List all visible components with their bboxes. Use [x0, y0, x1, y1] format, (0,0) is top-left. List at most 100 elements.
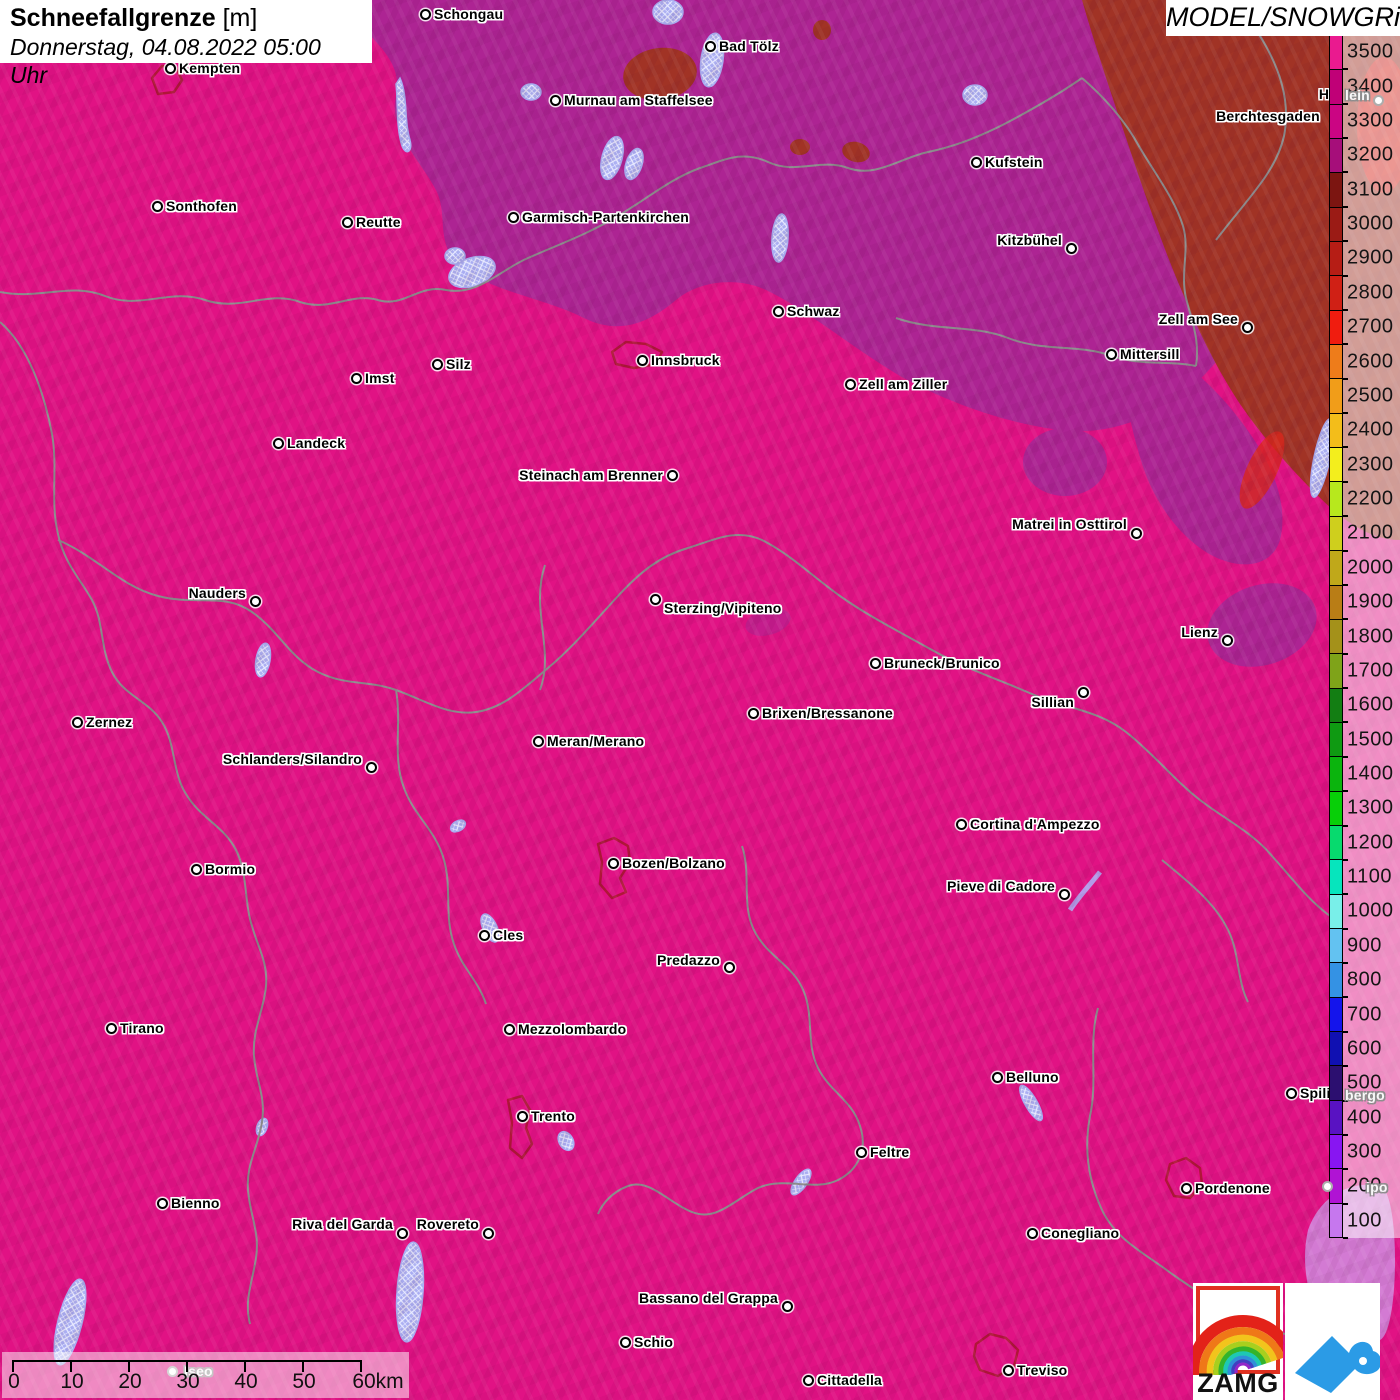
colorbar-band-3400 [1330, 69, 1342, 104]
city-label: Kitzbühel [997, 232, 1062, 248]
city-dot [431, 358, 443, 370]
scalebar-label: 20 [118, 1370, 142, 1393]
colorbar-tick-label: 1600 [1347, 693, 1394, 716]
snowgrid-logo [1285, 1283, 1380, 1400]
colorbar-band-1800 [1330, 618, 1342, 654]
city-dot [1180, 1182, 1192, 1194]
overlay-city-label: lein [1345, 87, 1370, 103]
zamg-logo: ZAMG [1193, 1283, 1283, 1400]
colorbar-band-2300 [1330, 447, 1342, 482]
city-dot [549, 94, 561, 106]
colorbar-tick-label: 100 [1347, 1209, 1382, 1232]
city-dot [532, 735, 544, 747]
model-label: MODEL/SNOWGRiD [1166, 0, 1400, 36]
city-label: Berchtesgaden [1216, 108, 1320, 124]
city-label: Zell am Ziller [859, 376, 948, 392]
colorbar-tick-label: 1100 [1347, 865, 1393, 888]
city-dot [1130, 527, 1142, 539]
scalebar-label: 30 [176, 1370, 200, 1393]
city-label: Rovereto [416, 1216, 479, 1232]
region-snowline-3200 [1089, 362, 1131, 382]
colorbar-band-1700 [1330, 653, 1342, 688]
lake [520, 83, 542, 101]
colorbar-tick [1343, 274, 1348, 277]
colorbar-tick [1343, 652, 1348, 655]
lake [652, 0, 684, 25]
city-dot [855, 1146, 867, 1158]
city-label: Kufstein [985, 154, 1043, 170]
city-dot [1241, 321, 1253, 333]
city-label: Murnau am Staffelsee [564, 92, 713, 108]
colorbar-tick [1343, 205, 1348, 208]
colorbar-tick [1343, 446, 1348, 449]
colorbar-tick-label: 3200 [1347, 143, 1394, 166]
colorbar-tick [1343, 721, 1348, 724]
colorbar-tick [1343, 996, 1348, 999]
city-dot [772, 305, 784, 317]
colorbar-tick [1343, 343, 1348, 346]
city-dot [636, 354, 648, 366]
colorbar-tick [1343, 1168, 1348, 1171]
colorbar-band-1000 [1330, 893, 1342, 928]
city-label: Reutte [356, 214, 401, 230]
city-dot [1065, 242, 1077, 254]
colorbar-tick-label: 400 [1347, 1106, 1382, 1129]
colorbar-tick [1343, 1237, 1348, 1239]
colorbar-tick-label: 3000 [1347, 212, 1394, 235]
colorbar-tick [1343, 137, 1348, 140]
scalebar-label: 40 [234, 1370, 258, 1393]
colorbar-tick [1343, 687, 1348, 690]
colorbar-tick [1343, 549, 1348, 552]
city-label: Mittersill [1120, 346, 1180, 362]
city-dot [704, 40, 716, 52]
colorbar-tick [1343, 927, 1348, 930]
colorbar-tick-label: 1000 [1347, 899, 1394, 922]
city-label: Schongau [434, 6, 504, 22]
colorbar-tick [1343, 1133, 1348, 1136]
city-label: Garmisch-Partenkirchen [522, 209, 690, 225]
colorbar-tick-label: 900 [1347, 934, 1382, 957]
colorbar-tick-label: 2400 [1347, 418, 1394, 441]
colorbar-tick-label: 2200 [1347, 487, 1394, 510]
colorbar-tick-label: 800 [1347, 968, 1382, 991]
colorbar-tick-label: 2900 [1347, 246, 1394, 269]
city-label: Feltre [870, 1144, 910, 1160]
city-label: Meran/Merano [547, 733, 645, 749]
city-dot [365, 761, 377, 773]
colorbar-tick [1343, 515, 1348, 518]
city-label: Mezzolombardo [518, 1021, 627, 1037]
lake [962, 84, 988, 106]
colorbar-band-2200 [1330, 481, 1342, 516]
city-label: Zell am See [1158, 311, 1238, 327]
city-label: Trento [531, 1108, 575, 1124]
colorbar [1329, 35, 1343, 1238]
city-dot [478, 929, 490, 941]
colorbar-tick-label: 2600 [1347, 350, 1394, 373]
city-dot [607, 857, 619, 869]
colorbar-tick [1343, 824, 1348, 827]
page-title: Schneefallgrenze [10, 4, 216, 32]
colorbar-tick-label: 3500 [1347, 40, 1394, 63]
city-dot [666, 469, 678, 481]
region-snowline-3200 [1023, 428, 1107, 496]
city-label: Cles [493, 927, 524, 943]
scalebar-label: 0 [8, 1370, 20, 1393]
colorbar-tick [1343, 755, 1348, 758]
colorbar-tick [1343, 308, 1348, 311]
city-dot [156, 1197, 168, 1209]
colorbar-tick-label: 2300 [1347, 453, 1394, 476]
city-label: Treviso [1017, 1362, 1068, 1378]
city-dot [482, 1227, 494, 1239]
city-dot [1221, 634, 1233, 646]
colorbar-band-3500 [1330, 36, 1342, 70]
colorbar-tick-label: 2800 [1347, 281, 1394, 304]
colorbar-tick [1343, 1202, 1348, 1205]
city-label: Imst [365, 370, 395, 386]
city-dot [649, 593, 661, 605]
scalebar: 0 10 20 30 40 50 60km [2, 1352, 409, 1398]
colorbar-band-600 [1330, 1030, 1342, 1066]
city-dot [419, 8, 431, 20]
colorbar-tick-label: 1700 [1347, 659, 1394, 682]
city-dot [781, 1300, 793, 1312]
page-subtitle: Donnerstag, 04.08.2022 05:00 Uhr [10, 34, 321, 88]
